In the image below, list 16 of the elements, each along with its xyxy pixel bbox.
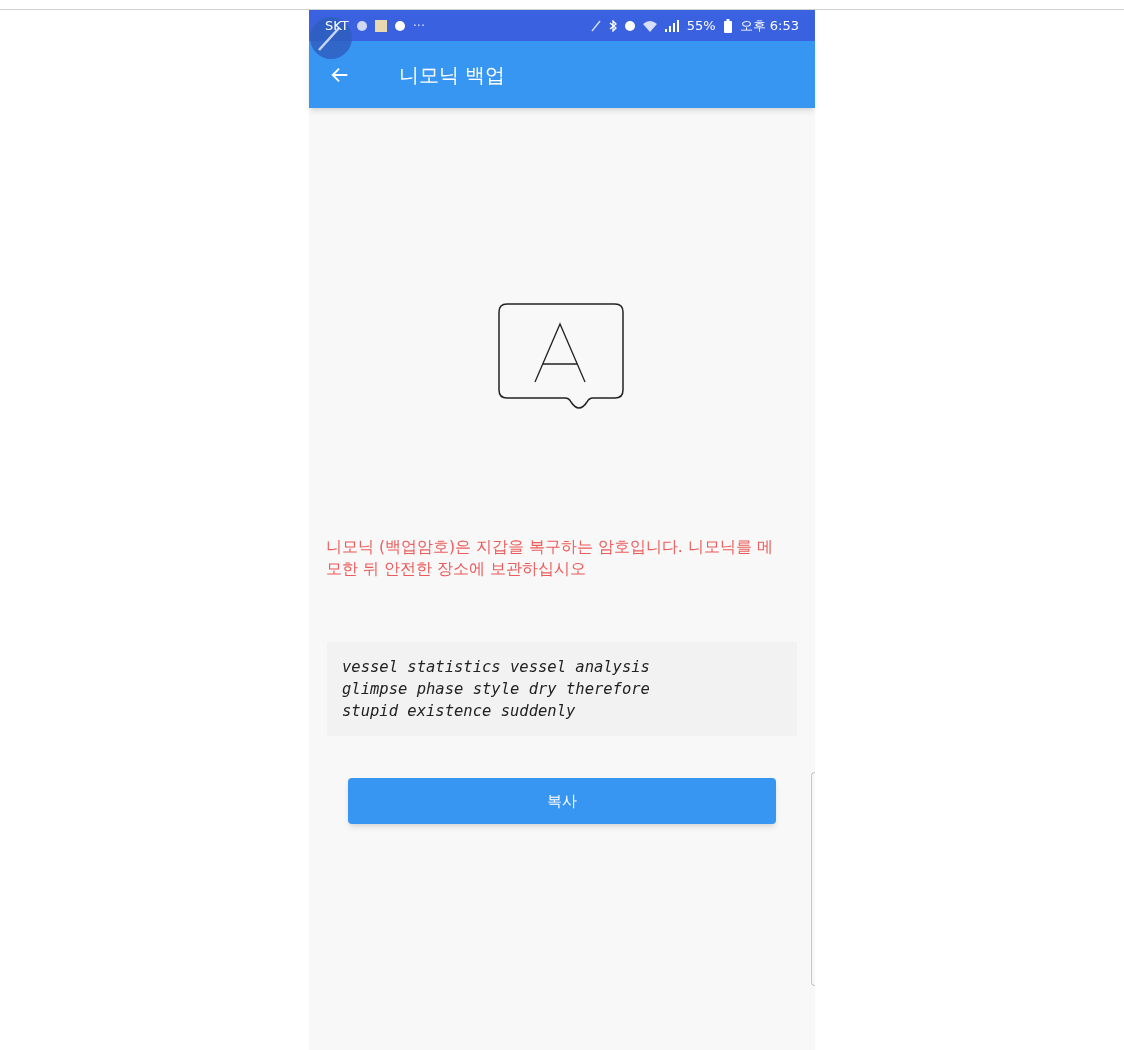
wifi-icon [642, 19, 657, 32]
signal-icon [664, 19, 679, 32]
pen-icon [590, 19, 601, 32]
copy-button[interactable]: 복사 [348, 778, 776, 824]
battery-icon [723, 18, 732, 33]
carrier-label: SKT [325, 16, 349, 35]
mnemonic-words: vessel statistics vessel analysis glimpse phase style dry therefore stupid existence suddenly [342, 657, 651, 722]
app-bar-title: 니모닉 백업 [399, 61, 506, 89]
notification-icon [356, 20, 367, 31]
more-dots: ··· [412, 16, 426, 35]
clock: 오후 6:53 [739, 16, 799, 35]
pen-overlay-icon[interactable] [309, 16, 353, 60]
warning-text: 니모닉 (백업암호)은 지갑을 복구하는 암호입니다. 니모닉를 메모한 뒤 안전한 장소에 보관하십시오 [326, 537, 774, 580]
battery-percent: 55% [686, 16, 716, 35]
mnemonic-icon [497, 302, 627, 412]
bluetooth-icon [608, 19, 617, 32]
